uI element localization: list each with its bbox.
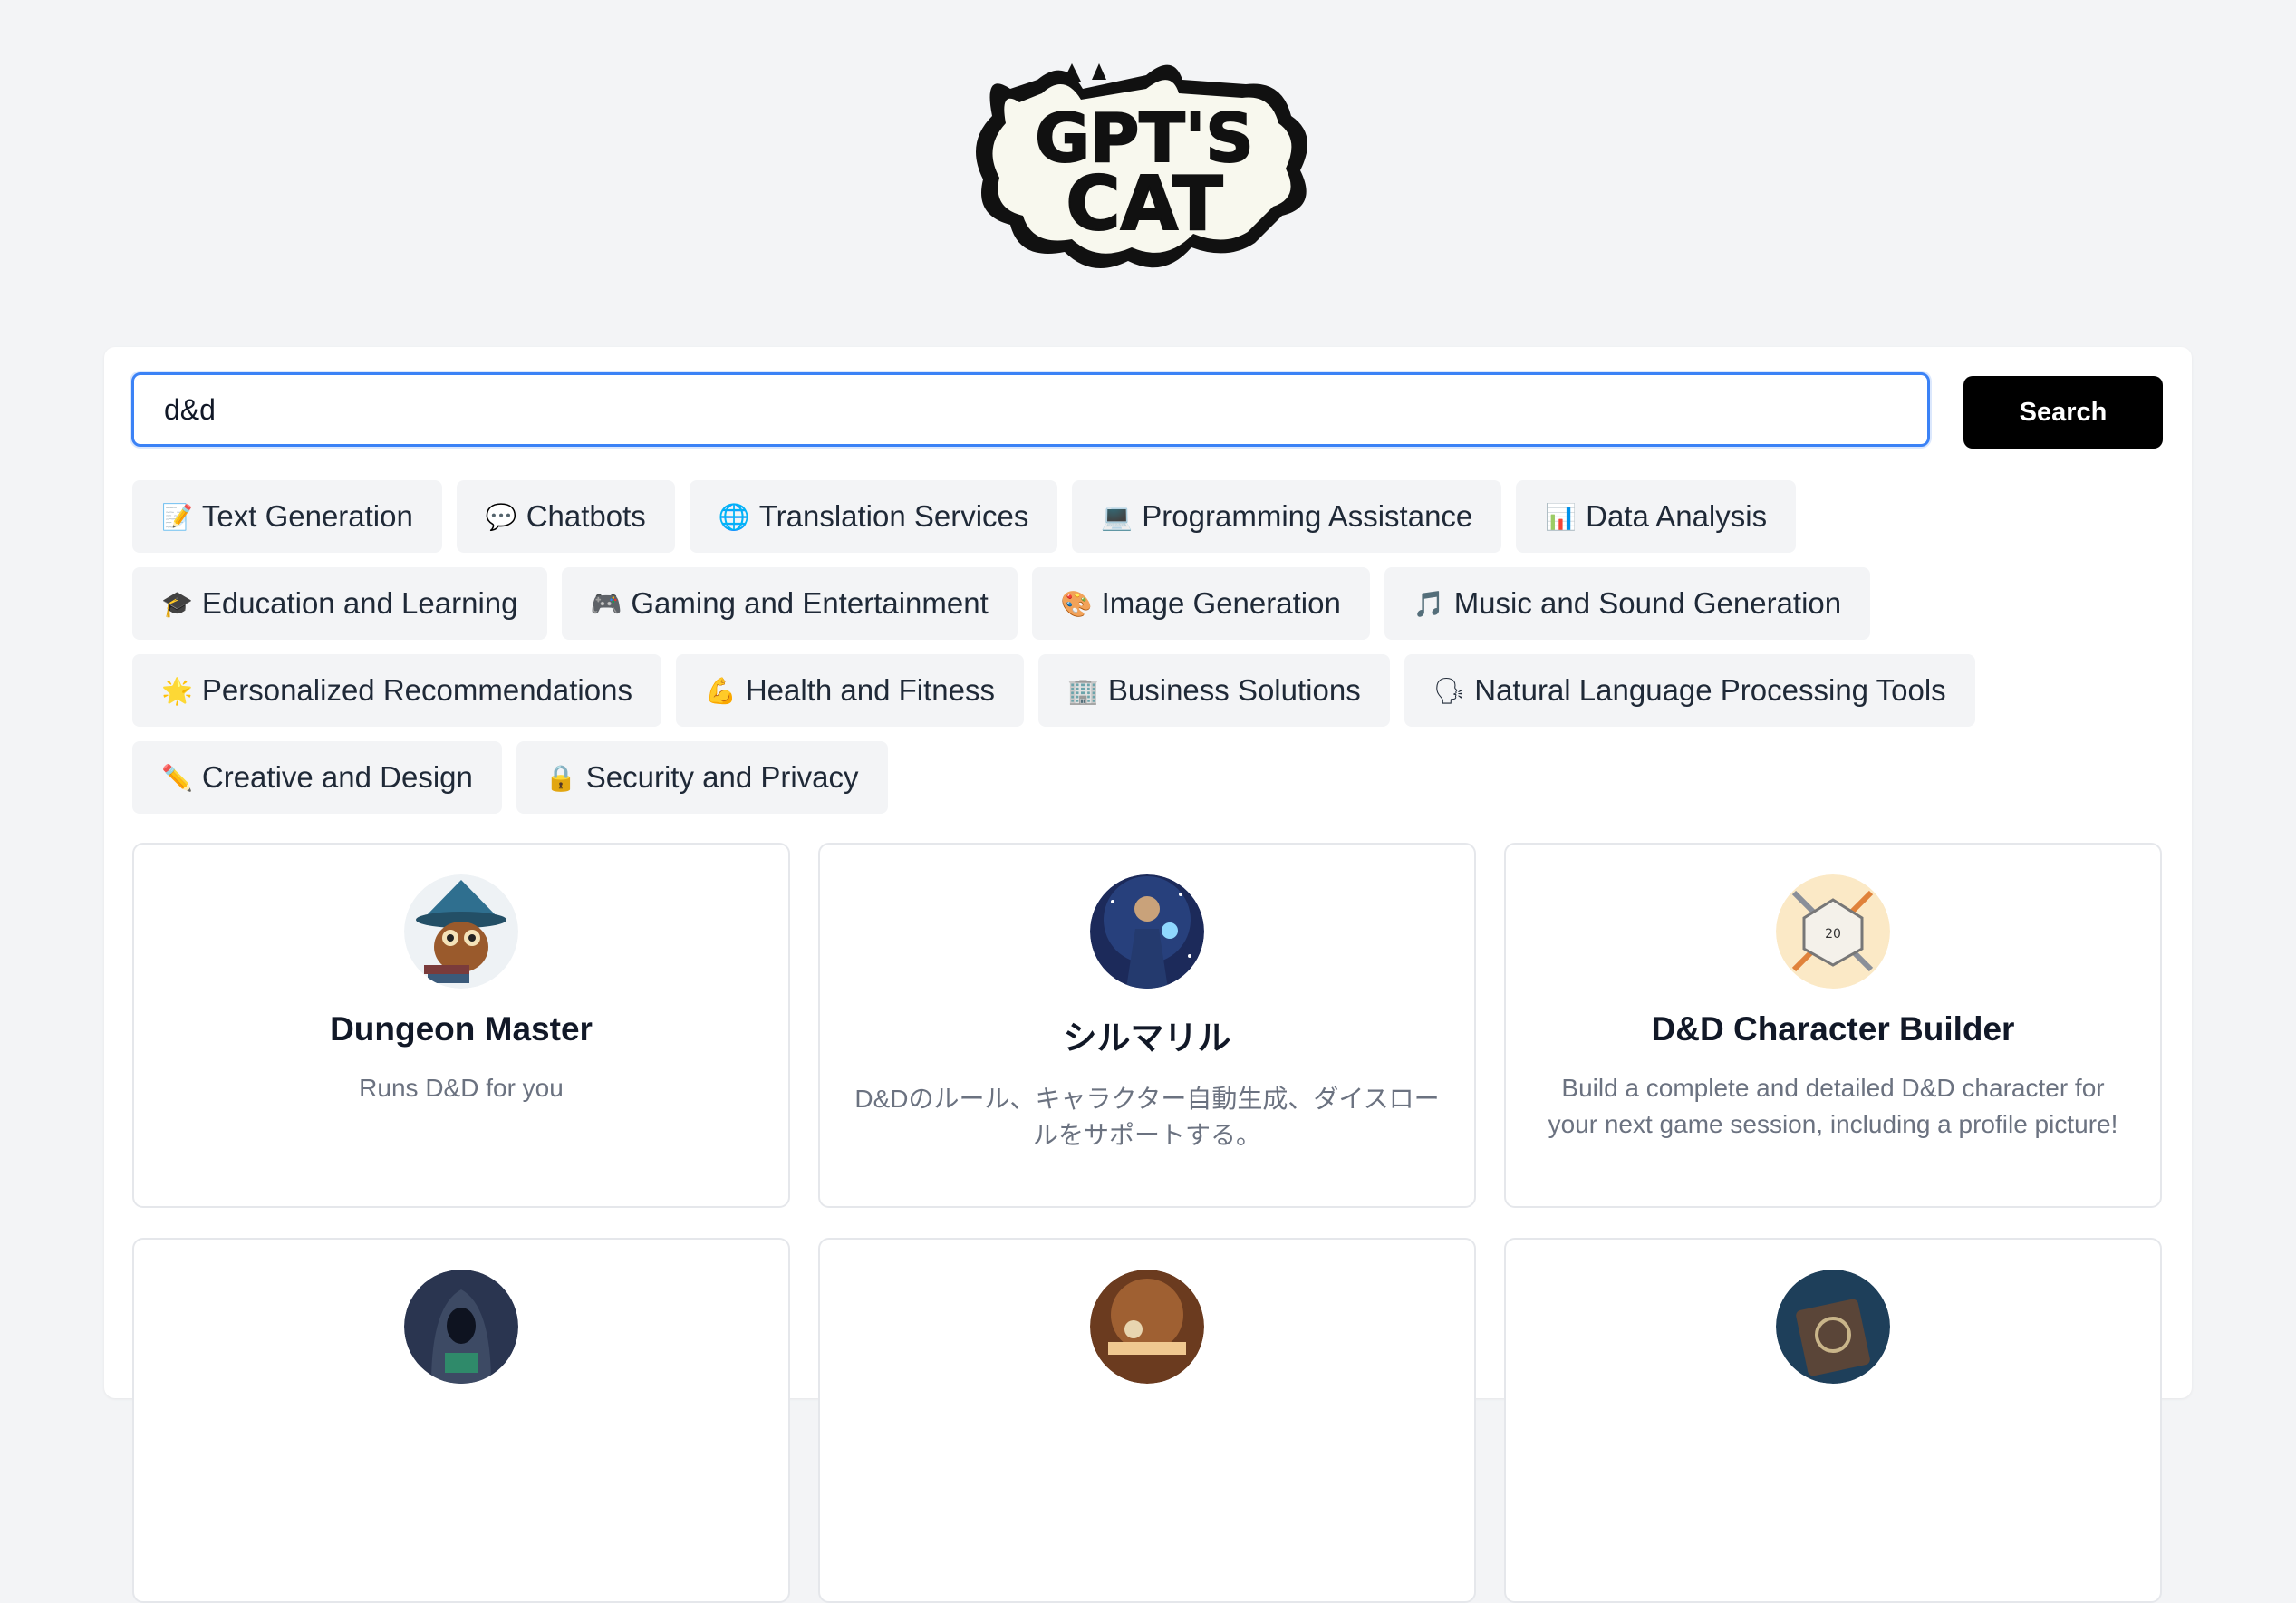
chip-label: Translation Services [758, 499, 1029, 533]
chip-gaming-and-entertainment[interactable]: 🎮 Gaming and Entertainment [561, 567, 1018, 640]
graduation-cap-icon: 🎓 [161, 588, 193, 619]
chip-translation-services[interactable]: 🌐 Translation Services [689, 480, 1058, 553]
chip-label: Gaming and Entertainment [631, 586, 989, 620]
chip-label: Personalized Recommendations [201, 673, 632, 707]
chip-security-and-privacy[interactable]: 🔒 Security and Privacy [516, 741, 888, 814]
result-card-dnd-character-builder[interactable]: 20 D&D Character Builder Build a complet… [1504, 843, 2162, 1208]
cat-ears-icon [1063, 63, 1106, 82]
chip-chatbots[interactable]: 💬 Chatbots [456, 480, 675, 553]
d20-sword-avatar: 20 [1776, 874, 1890, 989]
svg-text:20: 20 [1825, 927, 1841, 942]
tavern-table-avatar [1090, 1270, 1204, 1384]
chip-label: Data Analysis [1586, 499, 1768, 533]
globe-icon: 🌐 [718, 501, 750, 532]
chip-label: Security and Privacy [585, 760, 859, 794]
chip-label: Music and Sound Generation [1453, 586, 1842, 620]
chip-label: Education and Learning [201, 586, 518, 620]
card-description: Runs D&D for you [359, 1074, 564, 1102]
chip-label: Chatbots [526, 499, 646, 533]
card-description: D&Dのルール、キャラクター自動生成、ダイスロールをサポートする。 [854, 1085, 1440, 1149]
chip-label: Creative and Design [201, 760, 473, 794]
chip-label: Health and Fitness [745, 673, 995, 707]
pencil-icon: ✏️ [161, 762, 193, 793]
chip-image-generation[interactable]: 🎨 Image Generation [1031, 567, 1370, 640]
chip-education-and-learning[interactable]: 🎓 Education and Learning [132, 567, 547, 640]
flexed-biceps-icon: 💪 [704, 675, 737, 706]
mage-avatar [1090, 874, 1204, 989]
card-title: シルマリル [1063, 1019, 1231, 1057]
hooded-figure-avatar [404, 1270, 518, 1384]
result-card-dungeon-master[interactable]: Dungeon Master Runs D&D for you [132, 843, 790, 1208]
chip-health-and-fitness[interactable]: 💪 Health and Fitness [675, 654, 1024, 727]
chip-label: Text Generation [201, 499, 413, 533]
card-title: Dungeon Master [330, 1010, 593, 1048]
chip-label: Programming Assistance [1142, 499, 1473, 533]
speaking-head-icon: 🗣 [1433, 675, 1466, 706]
chip-programming-assistance[interactable]: 💻 Programming Assistance [1072, 480, 1502, 553]
chip-text-generation[interactable]: 📝 Text Generation [132, 480, 442, 553]
gpts-cat-logo: GPT'S CAT [976, 63, 1307, 269]
card-description: Build a complete and detailed D&D charac… [1548, 1074, 2118, 1138]
chip-label: Image Generation [1101, 586, 1341, 620]
result-card[interactable] [818, 1238, 1476, 1603]
search-panel: Search 📝 Text Generation 💬 Chatbots 🌐 Trans… [104, 347, 2192, 1603]
memo-icon: 📝 [161, 501, 193, 532]
speech-bubble-icon: 💬 [485, 501, 517, 532]
chip-personalized-recommendations[interactable]: 🌟 Personalized Recommendations [132, 654, 661, 727]
laptop-icon: 💻 [1101, 501, 1134, 532]
result-card[interactable] [1504, 1238, 2162, 1603]
lock-icon: 🔒 [545, 762, 577, 793]
result-card-silmaril[interactable]: シルマリル D&Dのルール、キャラクター自動生成、ダイスロールをサポートする。 [818, 843, 1476, 1208]
chip-label: Business Solutions [1107, 673, 1361, 707]
chip-business-solutions[interactable]: 🏢 Business Solutions [1038, 654, 1390, 727]
sparkle-icon: 🌟 [161, 675, 193, 706]
music-note-icon: 🎵 [1413, 588, 1445, 619]
game-controller-icon: 🎮 [590, 588, 622, 619]
search-bar: Search [131, 372, 2163, 454]
chip-natural-language-processing-tools[interactable]: 🗣 Natural Language Processing Tools [1404, 654, 1975, 727]
spellbook-avatar [1776, 1270, 1890, 1384]
results-grid: Dungeon Master Runs D&D for you シルマリル D&… [132, 843, 2163, 1603]
category-chips: 📝 Text Generation 💬 Chatbots 🌐 Translation … [132, 480, 2162, 814]
card-title: D&D Character Builder [1651, 1010, 2015, 1048]
chip-data-analysis[interactable]: 📊 Data Analysis [1516, 480, 1797, 553]
bar-chart-icon: 📊 [1545, 501, 1577, 532]
owl-wizard-avatar [404, 874, 518, 989]
chip-label: Natural Language Processing Tools [1474, 673, 1946, 707]
chip-creative-and-design[interactable]: ✏️ Creative and Design [132, 741, 502, 814]
palette-icon: 🎨 [1060, 588, 1093, 619]
chip-music-and-sound-generation[interactable]: 🎵 Music and Sound Generation [1384, 567, 1871, 640]
search-input[interactable] [131, 372, 1930, 447]
result-card[interactable] [132, 1238, 790, 1603]
office-building-icon: 🏢 [1067, 675, 1099, 706]
search-button[interactable]: Search [1963, 376, 2163, 449]
logo-text-line2: CAT [1066, 161, 1222, 247]
